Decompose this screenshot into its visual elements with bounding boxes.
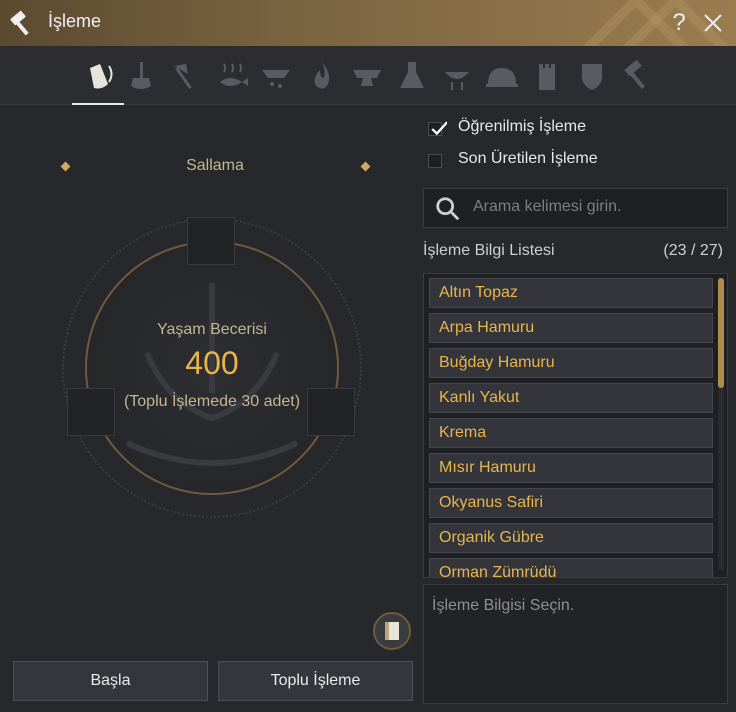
shaking-bottle-icon <box>90 64 113 89</box>
grinding-icon <box>131 62 151 89</box>
hammer-icon <box>10 10 29 36</box>
learned-filter-label: Öğrenilmiş İşleme <box>458 118 587 135</box>
tab-alchemy[interactable] <box>392 56 432 96</box>
list-item[interactable]: Krema <box>429 418 713 448</box>
list-item[interactable]: Altın Topaz <box>429 278 713 308</box>
flask-icon <box>400 62 424 88</box>
recipe-book-button[interactable] <box>373 612 411 650</box>
tab-smithing[interactable] <box>347 56 387 96</box>
flame-icon <box>314 62 330 89</box>
cloche-icon <box>486 68 518 87</box>
list-item[interactable]: Mısır Hamuru <box>429 453 713 483</box>
list-title: İşleme Bilgi Listesi <box>423 242 555 259</box>
grill-icon <box>445 72 469 90</box>
recipe-info-placeholder: İşleme Bilgisi Seçin. <box>432 597 575 614</box>
tab-grinding[interactable] <box>121 56 161 96</box>
close-icon[interactable] <box>700 8 726 38</box>
start-button[interactable]: Başla <box>13 661 208 701</box>
tab-guild[interactable] <box>572 56 612 96</box>
list-count: (23 / 27) <box>663 242 723 259</box>
list-item[interactable]: Okyanus Safiri <box>429 488 713 518</box>
list-header: İşleme Bilgi Listesi (23 / 27) <box>423 242 723 260</box>
anvil-icon <box>353 70 381 86</box>
checkmark-icon <box>431 121 447 136</box>
recipe-list: Altın Topaz Arpa Hamuru Buğday Hamuru Ka… <box>423 273 728 578</box>
title-bar: İşleme ? <box>0 0 736 46</box>
life-skill-value: 400 <box>185 345 239 381</box>
filter-icon <box>262 70 290 88</box>
list-item[interactable]: Buğday Hamuru <box>429 348 713 378</box>
life-skill-label: Yaşam Becerisi <box>157 321 267 338</box>
drying-fish-icon <box>220 63 248 86</box>
recent-filter-label: Son Üretilen İşleme <box>458 150 598 167</box>
tab-shaking[interactable] <box>72 56 124 105</box>
search-placeholder: Arama kelimesi girin. <box>473 198 622 215</box>
help-button[interactable]: ? <box>668 8 690 38</box>
material-slot-top[interactable] <box>187 217 235 265</box>
search-input[interactable]: Arama kelimesi girin. <box>423 188 728 228</box>
tab-cooking[interactable] <box>482 56 522 96</box>
recent-checkbox[interactable] <box>428 154 442 168</box>
list-item[interactable]: Orman Zümrüdü <box>429 558 713 577</box>
process-panel: Sallama Yaşam Becerisi 400 (Toplu İşleme… <box>0 105 420 712</box>
tab-castle[interactable] <box>527 56 567 96</box>
tab-hammer[interactable] <box>617 56 657 96</box>
batch-process-button[interactable]: Toplu İşleme <box>218 661 413 701</box>
tower-icon <box>539 64 555 90</box>
list-scrollbar-thumb[interactable] <box>718 278 724 388</box>
search-icon <box>436 197 460 221</box>
tab-drying[interactable] <box>212 56 252 96</box>
hammer-icon <box>624 59 645 89</box>
batch-quantity-note: (Toplu İşlemede 30 adet) <box>123 393 301 410</box>
tab-heating[interactable] <box>302 56 342 96</box>
tab-chopping[interactable] <box>166 56 206 96</box>
list-item[interactable]: Arpa Hamuru <box>429 313 713 343</box>
window-title: İşleme <box>48 11 102 31</box>
tab-filtering[interactable] <box>256 56 296 96</box>
book-icon <box>385 622 399 640</box>
list-item[interactable]: Kanlı Yakut <box>429 383 713 413</box>
tab-grilling[interactable] <box>437 56 477 96</box>
list-item[interactable]: Organik Gübre <box>429 523 713 553</box>
recipe-info-box: İşleme Bilgisi Seçin. <box>423 584 728 704</box>
crest-icon <box>582 64 602 90</box>
process-tab-bar <box>0 46 736 105</box>
axe-icon <box>174 64 192 89</box>
learned-checkbox[interactable] <box>428 121 447 136</box>
